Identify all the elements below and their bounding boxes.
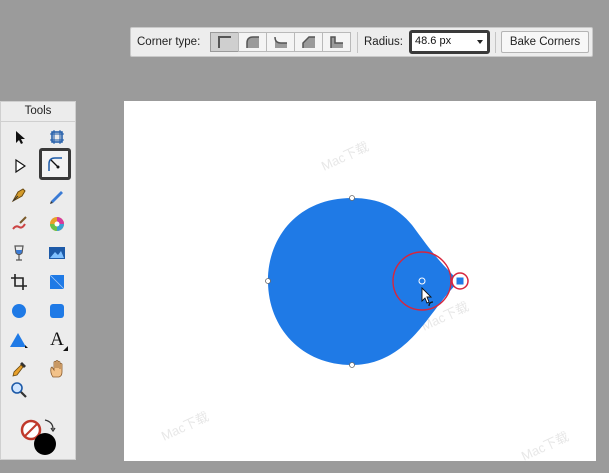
corner-tool-button[interactable] (39, 148, 71, 180)
ellipse-tool-button[interactable] (8, 300, 30, 322)
vector-brush-icon (12, 216, 27, 230)
tools-panel: Tools A (0, 101, 76, 460)
text-tool-icon: A (50, 329, 64, 350)
document-canvas[interactable]: Mac下载 Mac下载 Mac下载 Mac下载 (124, 101, 596, 461)
view-tool-button[interactable] (46, 358, 68, 380)
triangle-tool-button[interactable] (8, 329, 30, 351)
corner-bevel-icon (301, 36, 315, 48)
corner-type-label: Corner type: (137, 36, 201, 48)
color-picker-icon (12, 362, 26, 377)
vector-brush-tool-button[interactable] (8, 213, 30, 235)
corner-inverted-round-icon (273, 36, 287, 48)
corner-tool-icon (48, 157, 62, 171)
corner-type-round-button[interactable] (238, 32, 267, 52)
svg-text:Mac下载: Mac下载 (519, 429, 571, 461)
radius-dropdown[interactable]: 48.6 px (409, 30, 490, 54)
transparency-tool-icon (14, 245, 24, 261)
node-tool-button[interactable] (8, 155, 30, 177)
text-tool-button[interactable]: A (46, 329, 68, 351)
node-tool-icon (15, 158, 26, 174)
svg-text:Mac下载: Mac下载 (319, 139, 371, 174)
pen-tool-icon (11, 188, 26, 203)
corner-type-inverted-round-button[interactable] (266, 32, 295, 52)
ellipse-tool-icon (12, 304, 26, 318)
corner-inset-icon (329, 36, 343, 48)
context-toolbar: Corner type: Radius: 48.6 px Bake Corner… (130, 27, 593, 57)
fill-tool-icon (50, 217, 64, 231)
canvas-drawing: Mac下载 Mac下载 Mac下载 Mac下载 (159, 139, 571, 461)
selected-shape[interactable] (268, 198, 459, 365)
flyout-corner-icon (63, 346, 68, 351)
color-picker-tool-button[interactable] (8, 358, 30, 380)
tools-panel-title: Tools (24, 105, 52, 117)
move-tool-icon (16, 131, 25, 144)
fill-tool-button[interactable] (46, 213, 68, 235)
view-tool-icon (50, 360, 63, 378)
move-tool-button[interactable] (8, 126, 30, 148)
divider (1, 121, 75, 122)
corner-type-bevel-button[interactable] (294, 32, 323, 52)
artboard-tool-icon (50, 130, 64, 144)
radius-label: Radius: (364, 36, 403, 48)
place-image-tool-button[interactable] (46, 242, 68, 264)
bake-corners-button[interactable]: Bake Corners (501, 31, 589, 53)
crop-tool-button[interactable] (8, 271, 30, 293)
color-swatches[interactable] (17, 417, 61, 457)
zoom-tool-icon (11, 382, 27, 398)
pencil-tool-icon (50, 191, 63, 204)
transparency-tool-button[interactable] (8, 242, 30, 264)
corner-none-icon (217, 36, 231, 48)
zoom-tool-button[interactable] (8, 379, 30, 401)
rounded-rectangle-tool-icon (50, 304, 64, 318)
crop-tool-icon (11, 274, 27, 290)
pencil-tool-button[interactable] (46, 184, 68, 206)
corner-node-handle[interactable] (456, 277, 464, 285)
pen-tool-button[interactable] (8, 184, 30, 206)
chevron-down-icon[interactable] (477, 40, 483, 44)
place-image-icon (49, 247, 65, 259)
corner-type-inset-button[interactable] (322, 32, 351, 52)
rectangle-tool-button[interactable] (46, 271, 68, 293)
artboard-tool-button[interactable] (46, 126, 68, 148)
toolbar-separator (495, 32, 496, 53)
rounded-rectangle-tool-button[interactable] (46, 300, 68, 322)
rectangle-tool-icon (49, 274, 65, 290)
triangle-tool-icon (10, 333, 28, 348)
radius-value[interactable]: 48.6 px (415, 35, 451, 47)
svg-text:Mac下载: Mac下载 (159, 409, 211, 444)
corner-type-none-button[interactable] (210, 32, 239, 52)
corner-round-icon (245, 36, 259, 48)
toolbar-separator (357, 32, 358, 53)
corner-type-selector (210, 32, 357, 52)
